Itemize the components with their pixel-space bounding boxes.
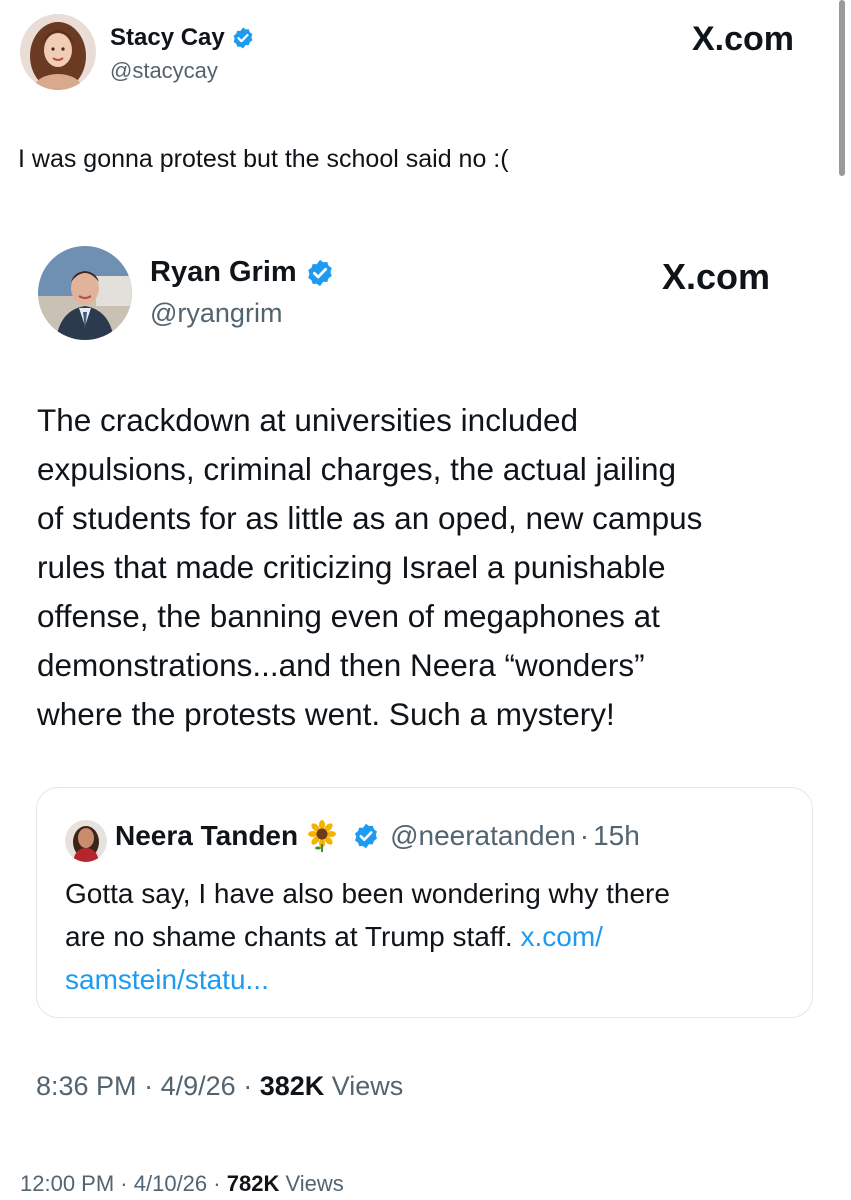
tweet-text-line: where the protests went. Such a mystery! bbox=[37, 696, 615, 732]
neera-handle[interactable]: @neeratanden bbox=[390, 820, 576, 852]
views-count: 382K bbox=[259, 1071, 325, 1101]
x-com-label: X.com bbox=[662, 256, 771, 297]
tweet-text-line: demonstrations...and then Neera “wonders… bbox=[37, 647, 645, 683]
quoted-tweet-age[interactable]: 15h bbox=[593, 820, 640, 852]
meta-separator: · bbox=[144, 1071, 154, 1101]
x-logo-outer: X.com bbox=[692, 20, 794, 59]
tweet-text-line: expulsions, criminal charges, the actual… bbox=[37, 451, 677, 487]
scrollbar[interactable] bbox=[839, 0, 845, 176]
stacy-handle[interactable]: @stacycay bbox=[110, 58, 218, 84]
tweet-text-line: rules that made criticizing Israel a pun… bbox=[37, 549, 666, 585]
views-count: 782K bbox=[226, 1171, 280, 1196]
ryan-tweet-text: The crackdown at universities included e… bbox=[37, 396, 702, 739]
tweet-time[interactable]: 12:00 PM bbox=[20, 1171, 114, 1196]
meta-separator: · bbox=[579, 820, 590, 851]
ryan-handle[interactable]: @ryangrim bbox=[150, 298, 282, 329]
quoted-text-line: Gotta say, I have also been wondering wh… bbox=[65, 878, 670, 909]
views-label: Views bbox=[331, 1071, 404, 1101]
sunflower-emoji-icon bbox=[306, 820, 338, 852]
meta-separator: · bbox=[213, 1171, 221, 1196]
tweet-date[interactable]: 4/10/26 bbox=[134, 1171, 207, 1196]
ryan-tweet-meta: 8:36 PM · 4/9/26 · 382K Views bbox=[36, 1071, 403, 1102]
quoted-tweet-card[interactable]: Neera Tanden @neeratanden · 15h Gotta sa… bbox=[36, 787, 813, 1018]
x-com-label: X.com bbox=[692, 20, 795, 58]
meta-separator: · bbox=[120, 1171, 128, 1196]
quoted-tweet-text: Gotta say, I have also been wondering wh… bbox=[65, 872, 670, 1001]
tweet-date[interactable]: 4/9/26 bbox=[161, 1071, 236, 1101]
quoted-text-line: are no shame chants at Trump staff. bbox=[65, 921, 521, 952]
views-label: Views bbox=[285, 1171, 344, 1196]
verified-badge-icon bbox=[352, 822, 380, 850]
quoted-link-continued[interactable]: samstein/statu... bbox=[65, 958, 670, 1001]
verified-badge-icon bbox=[305, 258, 335, 288]
stacy-display-name[interactable]: Stacy Cay bbox=[110, 24, 225, 52]
tweet-text-line: of students for as little as an oped, ne… bbox=[37, 500, 703, 536]
outer-tweet-text: I was gonna protest but the school said … bbox=[18, 145, 509, 173]
neera-avatar[interactable] bbox=[65, 820, 107, 862]
tweet-text-line: The crackdown at universities included bbox=[37, 402, 579, 438]
x-logo-inner: X.com bbox=[662, 256, 770, 298]
tweet-text-line: offense, the banning even of megaphones … bbox=[37, 598, 660, 634]
tweet-time[interactable]: 8:36 PM bbox=[36, 1071, 137, 1101]
stacy-tweet-meta: 12:00 PM · 4/10/26 · 782K Views bbox=[20, 1171, 344, 1197]
ryan-avatar[interactable] bbox=[38, 246, 132, 340]
meta-separator: · bbox=[243, 1071, 253, 1101]
neera-display-name[interactable]: Neera Tanden bbox=[115, 820, 298, 852]
ryan-display-name[interactable]: Ryan Grim bbox=[150, 256, 297, 289]
verified-badge-icon bbox=[231, 26, 255, 50]
quoted-link[interactable]: x.com/ bbox=[521, 921, 603, 952]
stacy-avatar[interactable] bbox=[20, 14, 96, 90]
